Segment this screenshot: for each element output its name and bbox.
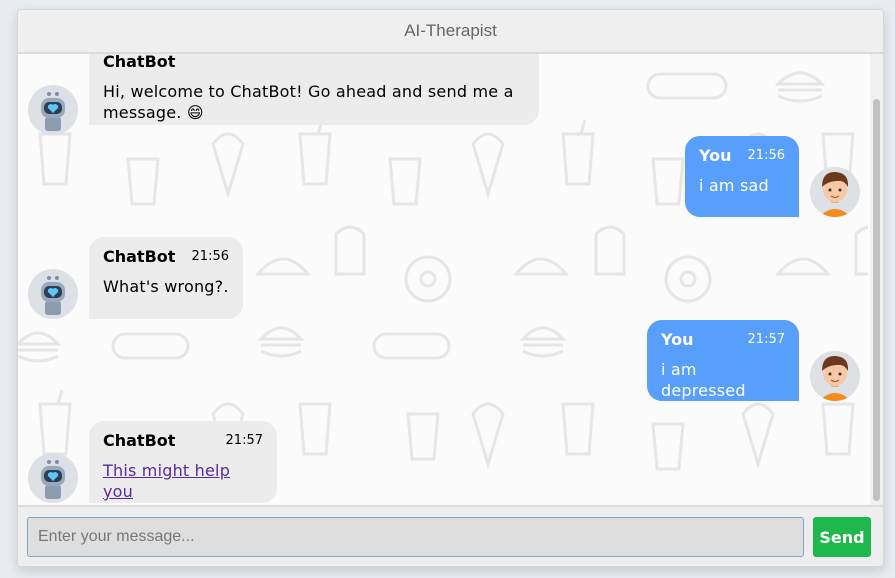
message-bubble: ChatBot Hi, welcome to ChatBot! Go ahead… [89,54,539,125]
message-composer: Send [18,505,883,566]
message-text: Hi, welcome to ChatBot! Go ahead and sen… [103,82,514,122]
robot-avatar-icon [28,453,78,503]
chat-window: AI-Therapist ChatBot Hi, welcome to Chat… [17,9,884,567]
message-list[interactable]: ChatBot Hi, welcome to ChatBot! Go ahead… [18,54,883,505]
scrollbar-thumb[interactable] [873,99,880,501]
chat-scrollbar[interactable] [870,54,883,505]
sender-name: You [661,330,694,349]
boy-avatar-icon [810,351,860,401]
message-time: 21:57 [225,433,263,448]
send-button[interactable]: Send [813,517,871,557]
robot-avatar-icon [28,269,78,319]
message-time: 21:56 [747,148,785,163]
sender-name: ChatBot [103,247,176,266]
boy-avatar-icon [810,167,860,217]
message-text: What's wrong?. [103,277,229,296]
help-link[interactable]: This might help you [103,460,263,502]
sender-name: ChatBot [103,54,176,71]
window-header: AI-Therapist [18,10,883,54]
message-text: i am depressed [661,360,746,400]
message-bubble: ChatBot 21:56 What's wrong?. [89,237,243,319]
message-time: 21:57 [747,332,785,347]
message-bubble: ChatBot 21:57 This might help you [89,421,277,503]
message-time: 21:56 [191,249,229,264]
sender-name: You [699,146,732,165]
sender-name: ChatBot [103,431,176,450]
message-input[interactable] [27,517,804,557]
message-bubble: You 21:57 i am depressed [647,320,799,401]
message-bubble: You 21:56 i am sad [685,136,799,217]
window-title: AI-Therapist [404,21,497,40]
message-text: i am sad [699,176,769,195]
robot-avatar-icon [28,85,78,135]
